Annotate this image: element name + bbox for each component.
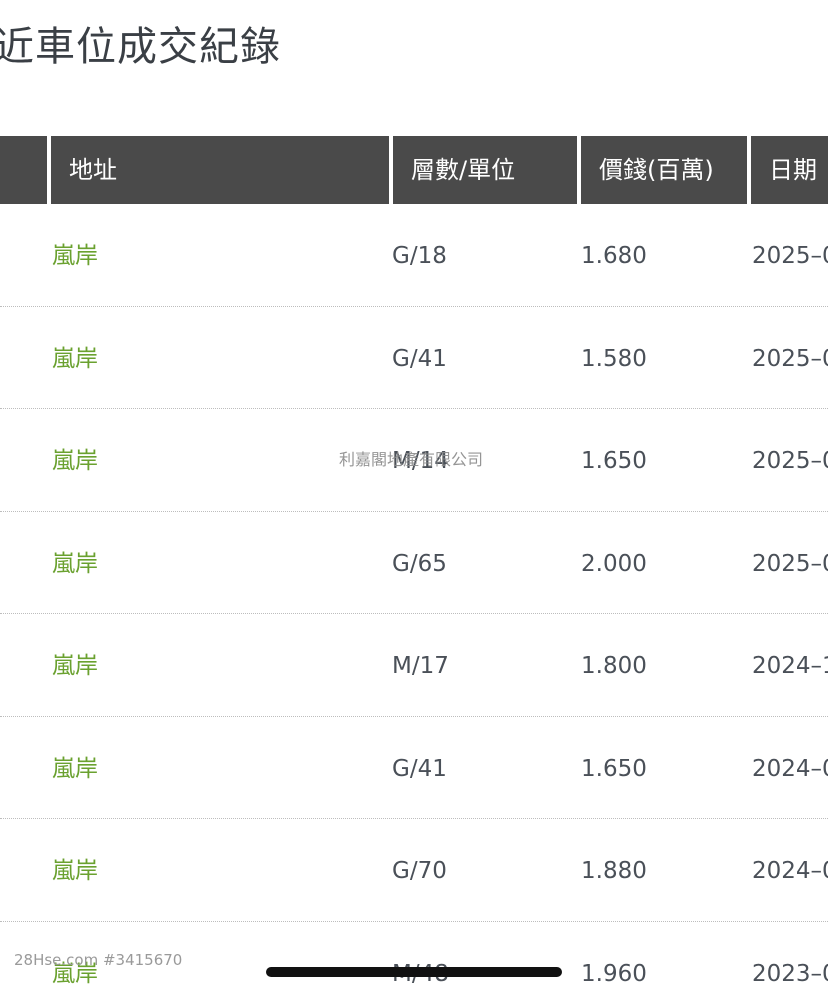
- address-link[interactable]: 嵐岸: [52, 819, 98, 923]
- table-row: 嵐岸 G/41 1.650 2024–0: [0, 717, 828, 821]
- unit-cell: G/70: [392, 858, 447, 884]
- date-cell: 2025–0: [752, 550, 828, 577]
- home-indicator[interactable]: [266, 967, 562, 977]
- header-price: 價錢(百萬): [581, 136, 747, 204]
- address-link[interactable]: 嵐岸: [52, 307, 98, 411]
- date-cell: 2025–0: [752, 448, 828, 474]
- table-row: 嵐岸 G/18 1.680 2025–0: [0, 204, 828, 307]
- address-link[interactable]: 嵐岸: [52, 512, 98, 616]
- unit-cell: G/41: [392, 755, 447, 782]
- page: 近車位成交紀錄 地址 層數/單位 價錢(百萬) 日期 嵐岸 G/18 1.680…: [0, 0, 828, 994]
- price-cell: 1.580: [581, 345, 647, 372]
- price-cell: 2.000: [581, 550, 647, 577]
- table-row: 嵐岸 G/65 2.000 2025–0: [0, 512, 828, 616]
- header-cell-blank: [0, 136, 47, 204]
- price-cell: 1.880: [581, 858, 647, 884]
- price-cell: 1.800: [581, 653, 647, 679]
- table-row: 嵐岸 G/70 1.880 2024–0: [0, 819, 828, 922]
- address-link[interactable]: 嵐岸: [52, 409, 98, 513]
- header-date: 日期: [751, 136, 828, 204]
- page-title: 近車位成交紀錄: [0, 24, 281, 70]
- date-cell: 2024–0: [752, 858, 828, 884]
- date-cell: 2024–1: [752, 653, 828, 679]
- header-floor-unit: 層數/單位: [393, 136, 577, 204]
- date-cell: 2024–0: [752, 755, 828, 782]
- date-cell: 2025–0: [752, 345, 828, 372]
- date-cell: 2025–0: [752, 243, 828, 269]
- header-address: 地址: [51, 136, 389, 204]
- table-body: 嵐岸 G/18 1.680 2025–0 嵐岸 G/41 1.580 2025–…: [0, 204, 828, 994]
- watermark-listing-id: 28Hse.com #3415670: [14, 951, 183, 969]
- address-link[interactable]: 嵐岸: [52, 204, 98, 308]
- price-cell: 1.680: [581, 243, 647, 269]
- watermark-agency: 利嘉閣地產有限公司: [339, 450, 484, 469]
- price-cell: 1.650: [581, 448, 647, 474]
- address-link[interactable]: 嵐岸: [52, 614, 98, 718]
- unit-cell: G/18: [392, 243, 447, 269]
- date-cell: 2023–0: [752, 960, 828, 987]
- unit-cell: G/65: [392, 550, 447, 577]
- table-row: 嵐岸 M/17 1.800 2024–1: [0, 614, 828, 717]
- price-cell: 1.960: [581, 960, 647, 987]
- unit-cell: M/17: [392, 653, 449, 679]
- price-cell: 1.650: [581, 755, 647, 782]
- table-header: 地址 層數/單位 價錢(百萬) 日期: [0, 136, 828, 204]
- unit-cell: M/48: [392, 922, 449, 994]
- table-row: 嵐岸 G/41 1.580 2025–0: [0, 307, 828, 411]
- address-link[interactable]: 嵐岸: [52, 717, 98, 821]
- unit-cell: G/41: [392, 345, 447, 372]
